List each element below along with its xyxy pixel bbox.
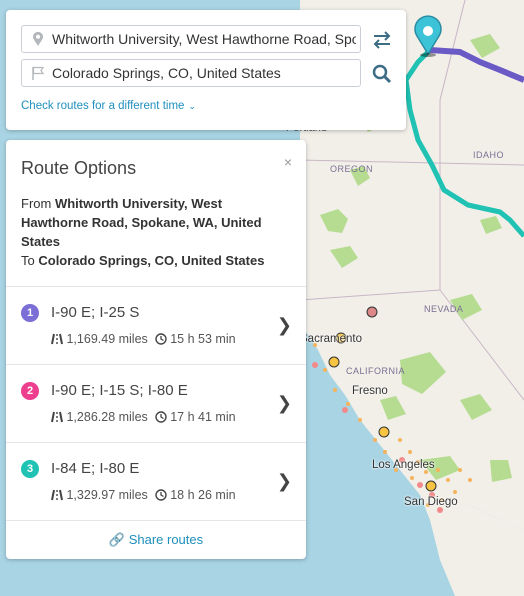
- road-icon: [51, 411, 63, 423]
- from-value: Whitworth University, West Hawthorne Roa…: [21, 196, 262, 249]
- map-label-los-angeles: Los Angeles: [372, 459, 435, 471]
- route-number-badge: 3: [21, 460, 39, 478]
- route-number-badge: 2: [21, 382, 39, 400]
- map-label-sacramento: Sacramento: [300, 333, 363, 345]
- swap-arrows-icon[interactable]: [370, 28, 394, 52]
- map-pin-icon: [33, 31, 43, 46]
- route-duration: 18 h 26 min: [170, 488, 236, 502]
- route-option-3[interactable]: 3 I-84 E; I-80 E 1,329.97 miles 18 h 26 …: [6, 442, 306, 520]
- route-from-to: From Whitworth University, West Hawthorn…: [21, 194, 291, 270]
- chevron-right-icon: ❯: [276, 393, 292, 413]
- road-icon: [51, 333, 63, 345]
- route-duration: 15 h 53 min: [170, 332, 236, 346]
- chevron-right-icon: ❯: [276, 315, 292, 335]
- to-label: To: [21, 253, 35, 268]
- route-name: I-84 E; I-80 E: [51, 460, 140, 477]
- route-name: I-90 E; I-15 S; I-80 E: [51, 382, 188, 399]
- route-meta: 1,169.49 miles 15 h 53 min: [51, 332, 236, 346]
- destination-input[interactable]: [52, 60, 356, 86]
- map-label-fresno: Fresno: [352, 385, 388, 397]
- origin-input[interactable]: [52, 26, 356, 52]
- check-different-time-link[interactable]: Check routes for a different time ⌄: [21, 100, 196, 112]
- map-label-oregon: OREGON: [330, 164, 374, 174]
- from-label: From: [21, 196, 52, 211]
- map-label-california: CALIFORNIA: [346, 366, 406, 376]
- map-label-nevada: NEVADA: [424, 304, 464, 314]
- to-value: Colorado Springs, CO, United States: [38, 253, 265, 268]
- clock-icon: [155, 411, 167, 423]
- directions-search-panel: Check routes for a different time⌄: [6, 10, 406, 130]
- route-option-1[interactable]: 1 I-90 E; I-25 S 1,169.49 miles 15 h 53 …: [6, 286, 306, 364]
- clock-icon: [155, 333, 167, 345]
- route-distance: 1,286.28 miles: [66, 410, 148, 424]
- chevron-right-icon: ❯: [276, 471, 292, 491]
- share-routes-button[interactable]: 🔗 Share routes: [6, 520, 306, 559]
- different-time-label: Check routes for a different time: [21, 100, 185, 112]
- route-number-badge: 1: [21, 304, 39, 322]
- route-options-title: Route Options: [21, 158, 137, 178]
- route-duration: 17 h 41 min: [170, 410, 236, 424]
- route-meta: 1,329.97 miles 18 h 26 min: [51, 488, 236, 502]
- flag-icon: [32, 66, 45, 80]
- map-label-san-diego: San Diego: [404, 496, 458, 508]
- share-routes-label: Share routes: [128, 532, 204, 547]
- chevron-down-icon: ⌄: [188, 101, 196, 111]
- origin-field[interactable]: [21, 25, 361, 53]
- search-icon[interactable]: [370, 62, 394, 86]
- road-icon: [51, 489, 63, 501]
- route-distance: 1,329.97 miles: [66, 488, 148, 502]
- route-distance: 1,169.49 miles: [66, 332, 148, 346]
- map-label-idaho: IDAHO: [473, 150, 505, 160]
- route-option-2[interactable]: 2 I-90 E; I-15 S; I-80 E 1,286.28 miles …: [6, 364, 306, 442]
- link-icon: 🔗: [108, 532, 126, 547]
- route-name: I-90 E; I-25 S: [51, 304, 140, 321]
- route-options-panel: Route Options × From Whitworth Universit…: [6, 140, 306, 559]
- clock-icon: [155, 489, 167, 501]
- route-meta: 1,286.28 miles 17 h 41 min: [51, 410, 236, 424]
- destination-field[interactable]: [21, 59, 361, 87]
- close-icon[interactable]: ×: [284, 154, 292, 170]
